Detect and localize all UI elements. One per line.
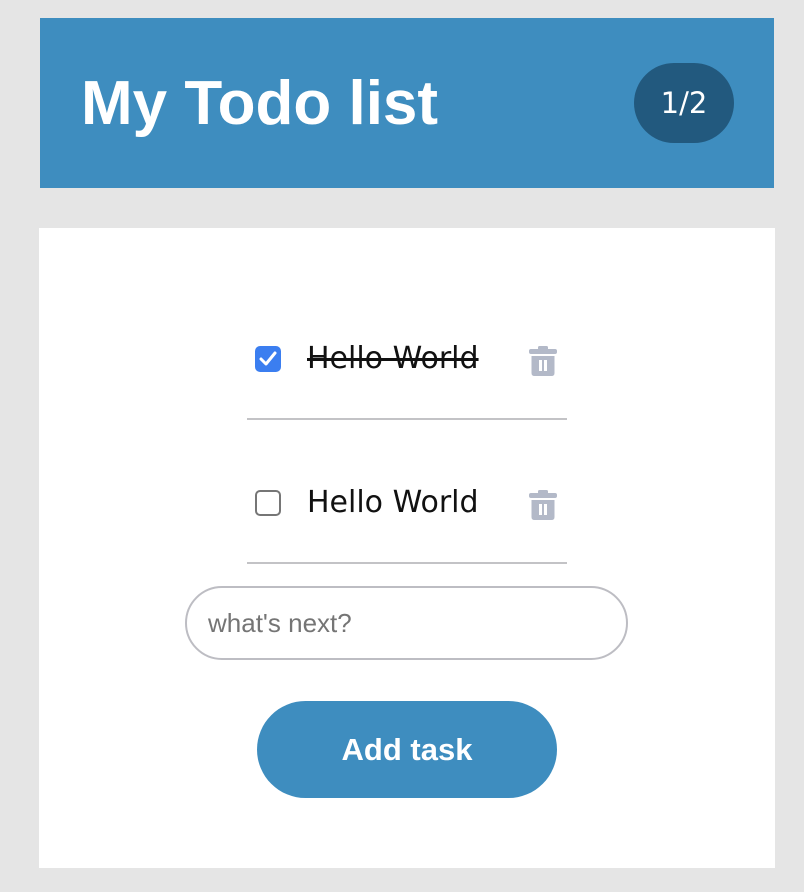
new-task-input[interactable] — [185, 586, 628, 660]
checkmark-icon — [259, 351, 277, 366]
todo-checkbox[interactable] — [255, 346, 281, 372]
todo-checkbox[interactable] — [255, 490, 281, 516]
completed-count-badge: 1/2 — [634, 63, 734, 143]
trash-icon[interactable] — [529, 490, 557, 520]
header: My Todo list 1/2 — [40, 18, 774, 188]
add-task-button[interactable]: Add task — [257, 701, 557, 798]
todo-text: Hello World — [307, 485, 479, 520]
trash-icon[interactable] — [529, 346, 557, 376]
todo-list: Hello World Hello World — [247, 290, 567, 578]
todo-text: Hello World — [307, 341, 479, 376]
todo-card: Hello World Hello World Add task — [39, 228, 775, 868]
page-title: My Todo list — [81, 69, 439, 138]
todo-item: Hello World — [247, 434, 567, 564]
todo-item: Hello World — [247, 290, 567, 420]
